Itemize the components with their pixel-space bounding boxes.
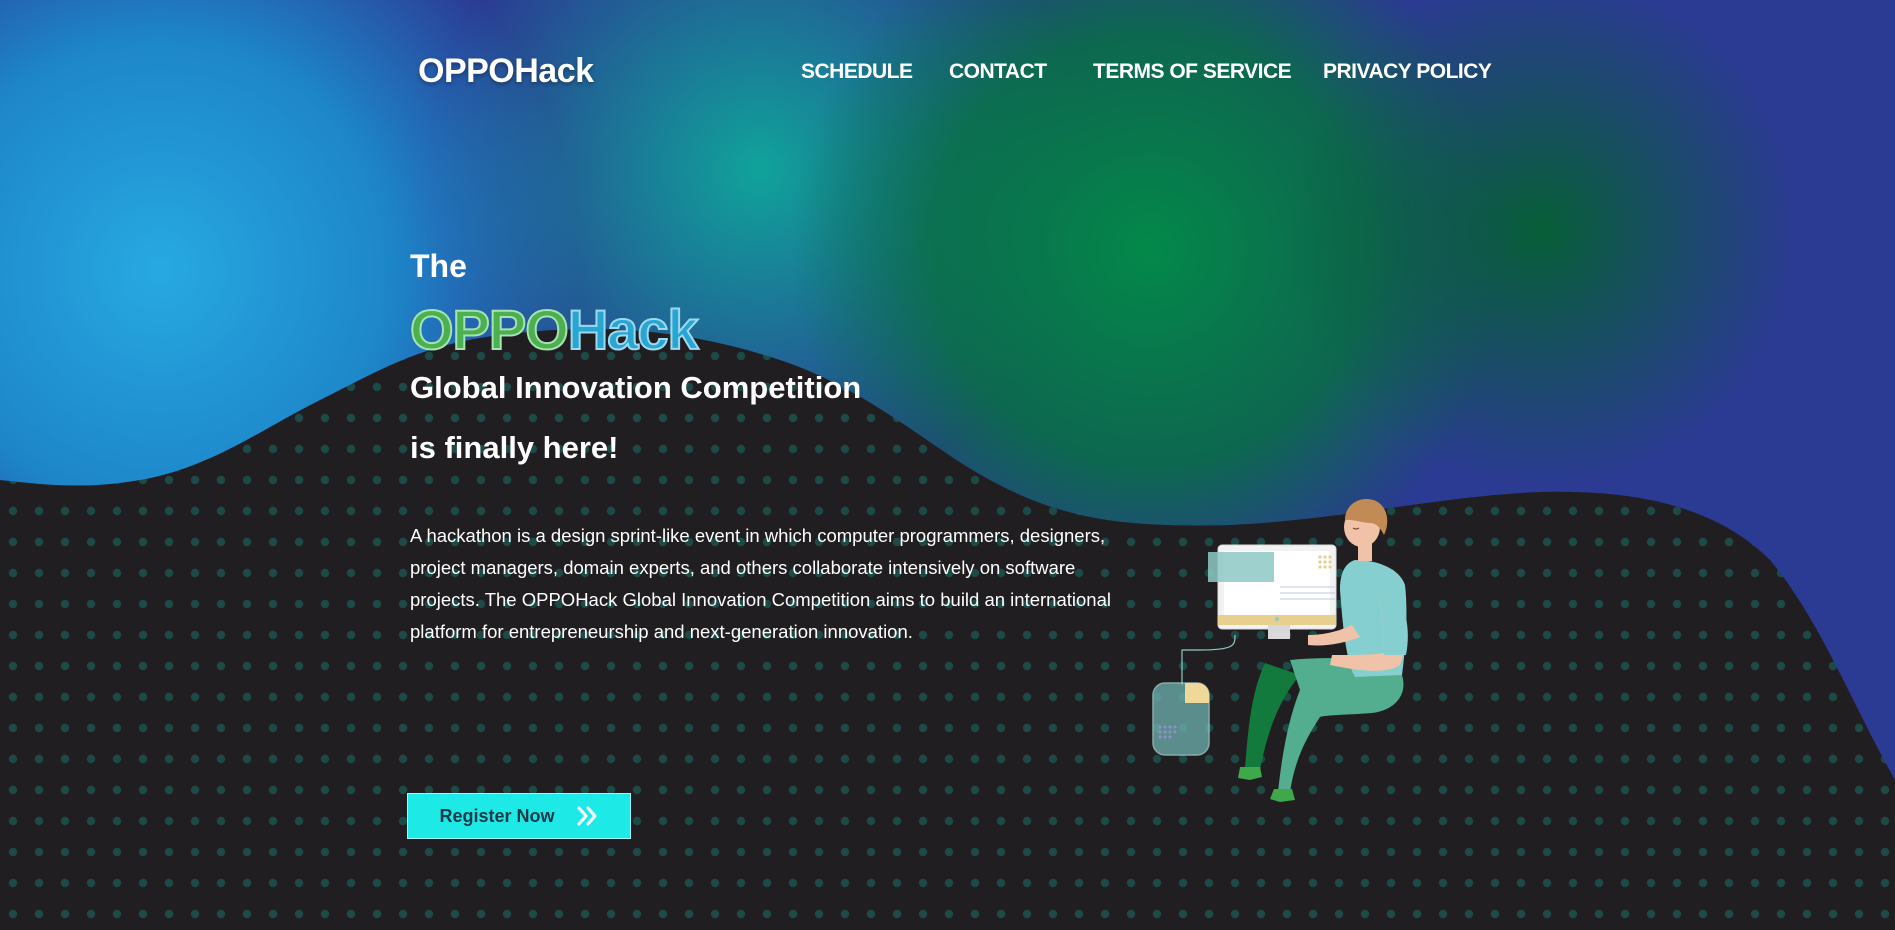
nav-schedule[interactable]: SCHEDULE bbox=[801, 60, 913, 84]
hero-brand-oppo: OPPO bbox=[409, 298, 570, 361]
double-chevron-right-icon bbox=[577, 806, 599, 826]
register-now-label: Register Now bbox=[439, 805, 555, 826]
hero-description: A hackathon is a design sprint-like even… bbox=[410, 525, 1111, 642]
hero-the: The bbox=[410, 248, 467, 284]
hero-brand-hack: Hack bbox=[567, 298, 700, 361]
person-at-computer-illustration bbox=[1152, 499, 1408, 802]
hero-brand-title: OPPOHack bbox=[409, 298, 700, 361]
nav-privacy-policy[interactable]: PRIVACY POLICY bbox=[1323, 60, 1492, 84]
page: OPPOHack SCHEDULE CONTACT TERMS OF SERVI… bbox=[0, 0, 1895, 930]
nav-contact[interactable]: CONTACT bbox=[949, 60, 1047, 84]
hero-headline-line2: is finally here! bbox=[410, 430, 619, 465]
register-now-button[interactable]: Register Now bbox=[407, 793, 631, 839]
nav-terms-of-service[interactable]: TERMS OF SERVICE bbox=[1093, 60, 1292, 84]
hero-headline-line1: Global Innovation Competition bbox=[410, 370, 862, 405]
site-logo[interactable]: OPPOHack bbox=[418, 52, 594, 91]
hero-background bbox=[0, 0, 1895, 930]
